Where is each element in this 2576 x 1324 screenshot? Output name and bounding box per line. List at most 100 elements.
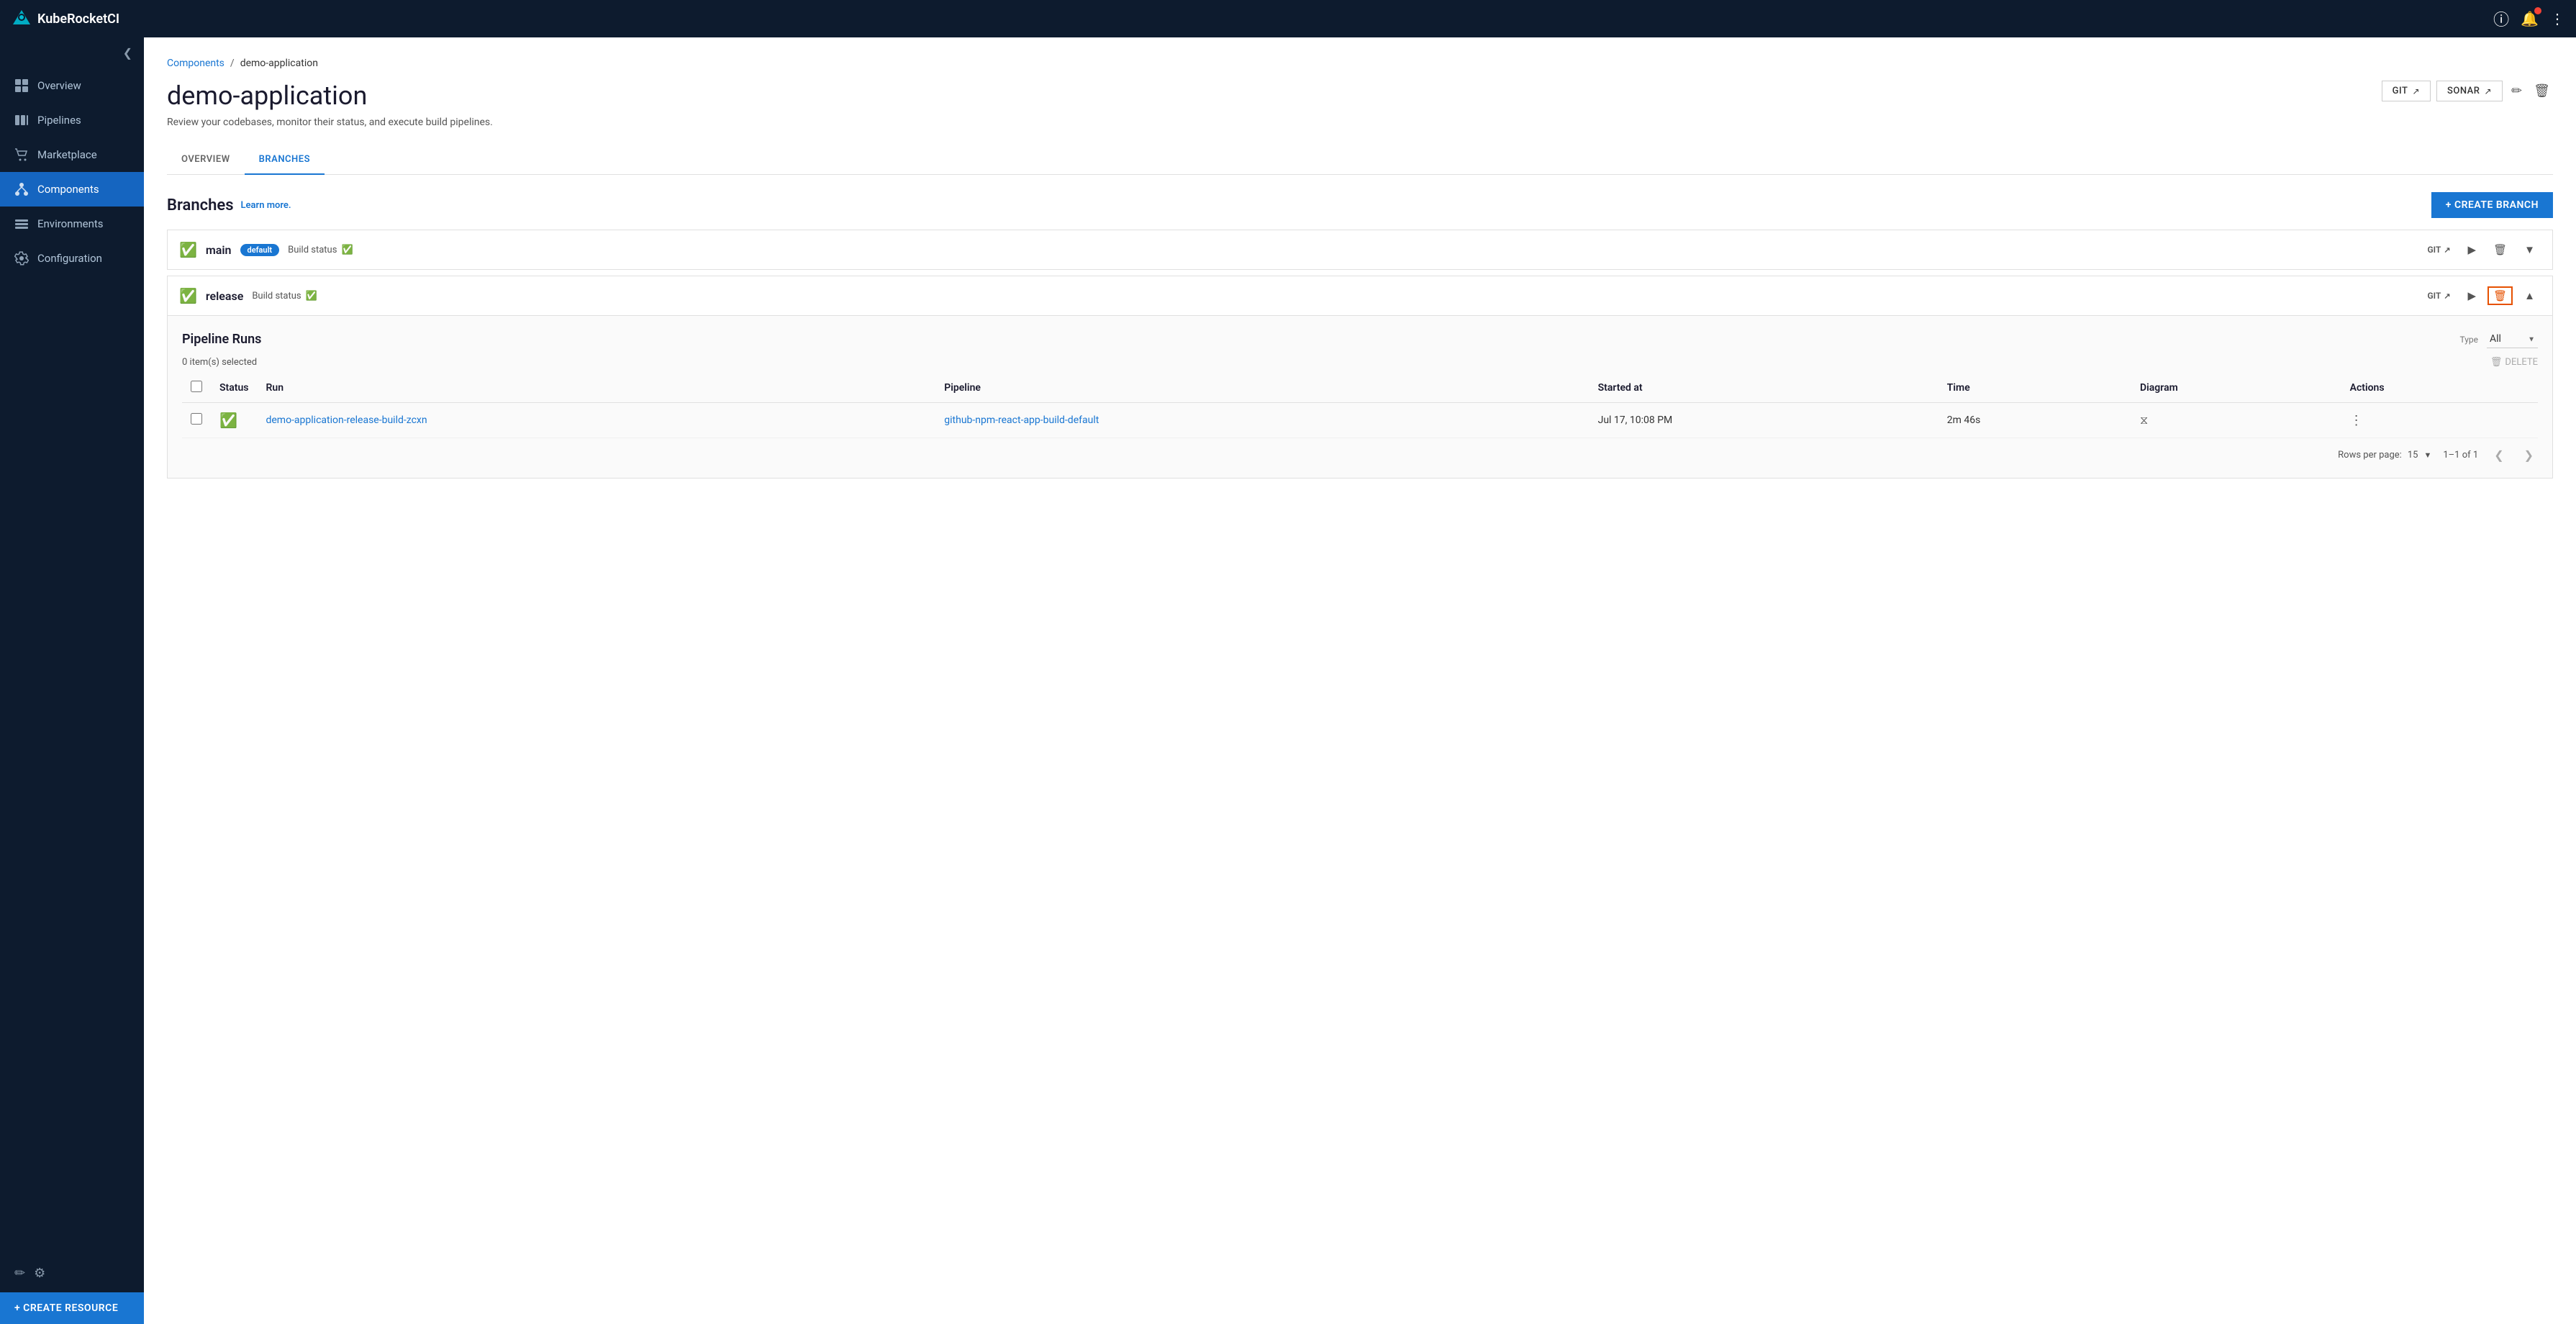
row-pipeline-cell: github-npm-react-app-build-default bbox=[935, 403, 1589, 438]
tab-overview[interactable]: OVERVIEW bbox=[167, 145, 245, 175]
row-more-actions-icon[interactable]: ⋮ bbox=[2350, 413, 2363, 428]
row-run-cell: demo-application-release-build-zcxn bbox=[257, 403, 935, 438]
col-status: Status bbox=[211, 373, 257, 403]
branch-main-run-button[interactable]: ▶ bbox=[2462, 240, 2482, 259]
content-area: Components / demo-application demo-appli… bbox=[144, 37, 2576, 1324]
sidebar-item-components-label: Components bbox=[37, 183, 99, 196]
table-row: ✅ demo-application-release-build-zcxn gi… bbox=[182, 403, 2538, 438]
branch-main-name: main bbox=[206, 243, 232, 257]
diagram-icon[interactable]: ⧖ bbox=[2140, 413, 2148, 427]
branch-release-right: GIT ↗ ▶ 🗑 ▲ bbox=[2421, 286, 2541, 305]
edit-icon[interactable]: ✏ bbox=[14, 1266, 25, 1281]
notification-badge bbox=[2534, 7, 2541, 14]
prev-page-button[interactable]: ❮ bbox=[2490, 447, 2508, 463]
table-footer: Rows per page: 15 ▼ 1–1 of 1 ❮ ❯ bbox=[182, 438, 2538, 463]
col-pipeline: Pipeline bbox=[935, 373, 1589, 403]
branch-release-git-button[interactable]: GIT ↗ bbox=[2421, 288, 2456, 304]
select-all-checkbox[interactable] bbox=[191, 381, 202, 392]
pipeline-runs-title: Pipeline Runs bbox=[182, 332, 261, 347]
row-started-at-cell: Jul 17, 10:08 PM bbox=[1589, 403, 1938, 438]
sidebar-item-overview[interactable]: Overview bbox=[0, 68, 144, 103]
sonar-button[interactable]: SONAR ↗ bbox=[2436, 81, 2503, 101]
grid-icon bbox=[14, 78, 29, 93]
pipeline-link[interactable]: github-npm-react-app-build-default bbox=[944, 414, 1099, 426]
tab-branches[interactable]: BRANCHES bbox=[245, 145, 325, 175]
branch-row-release: ✅ release Build status ✅ GIT ↗ ▶ 🗑 ▲ bbox=[167, 276, 2553, 479]
tabs: OVERVIEW BRANCHES bbox=[167, 145, 2553, 175]
sidebar-item-components[interactable]: Components bbox=[0, 172, 144, 207]
branch-release-build-status: Build status ✅ bbox=[252, 291, 317, 301]
page-title-section: demo-application bbox=[167, 81, 367, 111]
row-checkbox-cell bbox=[182, 403, 211, 438]
branch-row-release-header: ✅ release Build status ✅ GIT ↗ ▶ 🗑 ▲ bbox=[168, 276, 2552, 315]
more-menu-icon[interactable]: ⋮ bbox=[2550, 10, 2564, 27]
rows-per-page-value: 15 bbox=[2408, 450, 2418, 461]
sidebar-item-environments[interactable]: Environments bbox=[0, 207, 144, 241]
learn-more-link[interactable]: Learn more. bbox=[241, 200, 291, 211]
breadcrumb-parent[interactable]: Components bbox=[167, 58, 225, 69]
type-select[interactable]: All Build Deploy bbox=[2487, 330, 2538, 348]
external-link-icon-2: ↗ bbox=[2484, 86, 2492, 96]
app-name: KubeRocketCI bbox=[37, 12, 119, 27]
pipeline-runs-header: Pipeline Runs Type All Build Deploy bbox=[182, 330, 2538, 348]
pipeline-table-head: Status Run Pipeline Started at bbox=[182, 373, 2538, 403]
top-nav: KubeRocketCI ⓘ 🔔 ⋮ bbox=[0, 0, 2576, 37]
sidebar-item-configuration-label: Configuration bbox=[37, 252, 102, 265]
sidebar-item-configuration[interactable]: Configuration bbox=[0, 241, 144, 276]
branch-main-build-status: Build status ✅ bbox=[288, 245, 353, 255]
row-status-cell: ✅ bbox=[211, 403, 257, 438]
create-branch-button[interactable]: + CREATE BRANCH bbox=[2431, 192, 2553, 218]
col-checkbox bbox=[182, 373, 211, 403]
type-select-wrapper: All Build Deploy bbox=[2487, 330, 2538, 348]
branch-main-delete-button[interactable]: 🗑 bbox=[2487, 240, 2513, 259]
branch-release-collapse-button[interactable]: ▲ bbox=[2518, 286, 2541, 305]
selected-count-label: 0 item(s) selected bbox=[182, 357, 257, 368]
branch-release-run-button[interactable]: ▶ bbox=[2462, 286, 2482, 305]
sidebar-item-pipelines[interactable]: Pipelines bbox=[0, 103, 144, 137]
settings-icon[interactable]: ⚙ bbox=[34, 1266, 45, 1281]
branch-main-expand-button[interactable]: ▼ bbox=[2518, 240, 2541, 259]
branch-main-git-button[interactable]: GIT ↗ bbox=[2421, 242, 2456, 258]
git-button[interactable]: GIT ↗ bbox=[2382, 81, 2431, 101]
branch-main-left: ✅ main default Build status ✅ bbox=[179, 241, 353, 258]
row-diagram-cell: ⧖ bbox=[2131, 403, 2341, 438]
top-nav-actions: ⓘ 🔔 ⋮ bbox=[2493, 7, 2564, 30]
env-icon bbox=[14, 217, 29, 231]
cart-icon bbox=[14, 148, 29, 162]
edit-page-button[interactable]: ✏ bbox=[2508, 81, 2525, 101]
pipeline-table-body: ✅ demo-application-release-build-zcxn gi… bbox=[182, 403, 2538, 438]
pipeline-icon bbox=[14, 113, 29, 127]
notification-icon[interactable]: 🔔 bbox=[2521, 10, 2539, 27]
delete-selected-button[interactable]: 🗑 DELETE bbox=[2490, 357, 2538, 368]
branch-release-expanded: Pipeline Runs Type All Build Deploy bbox=[168, 315, 2552, 478]
branch-main-badge: default bbox=[240, 244, 280, 256]
sidebar-bottom-section: ✏ ⚙ + CREATE RESOURCE bbox=[0, 1254, 144, 1324]
page-header-actions: GIT ↗ SONAR ↗ ✏ 🗑 bbox=[2382, 81, 2553, 101]
page-title: demo-application bbox=[167, 81, 367, 111]
rows-per-page-chevron[interactable]: ▼ bbox=[2423, 450, 2431, 460]
branch-row-main: ✅ main default Build status ✅ GIT ↗ ▶ 🗑 … bbox=[167, 230, 2553, 270]
create-resource-button[interactable]: + CREATE RESOURCE bbox=[0, 1292, 144, 1324]
breadcrumb-separator: / bbox=[230, 58, 235, 69]
delete-page-button[interactable]: 🗑 bbox=[2531, 81, 2553, 101]
selected-count-row: 0 item(s) selected 🗑 DELETE bbox=[182, 357, 2538, 368]
gear-icon bbox=[14, 251, 29, 266]
run-link[interactable]: demo-application-release-build-zcxn bbox=[266, 414, 427, 426]
sidebar-item-overview-label: Overview bbox=[37, 79, 81, 92]
row-status-icon: ✅ bbox=[219, 412, 237, 429]
next-page-button[interactable]: ❯ bbox=[2520, 447, 2538, 463]
col-time: Time bbox=[1938, 373, 2131, 403]
sidebar-item-pipelines-label: Pipelines bbox=[37, 114, 81, 127]
sidebar-toggle[interactable]: ❮ bbox=[0, 37, 144, 68]
branch-main-status-icon: ✅ bbox=[179, 241, 197, 258]
build-status-ok-icon: ✅ bbox=[341, 245, 353, 255]
row-checkbox[interactable] bbox=[191, 413, 202, 425]
col-diagram: Diagram bbox=[2131, 373, 2341, 403]
info-icon[interactable]: ⓘ bbox=[2493, 7, 2509, 30]
sidebar-item-marketplace[interactable]: Marketplace bbox=[0, 137, 144, 172]
sidebar-item-environments-label: Environments bbox=[37, 217, 104, 230]
branch-release-name: release bbox=[206, 289, 243, 303]
sidebar-nav: Overview Pipelines M bbox=[0, 68, 144, 276]
branch-release-status-icon: ✅ bbox=[179, 287, 197, 304]
branch-release-delete-button[interactable]: 🗑 bbox=[2487, 286, 2513, 305]
